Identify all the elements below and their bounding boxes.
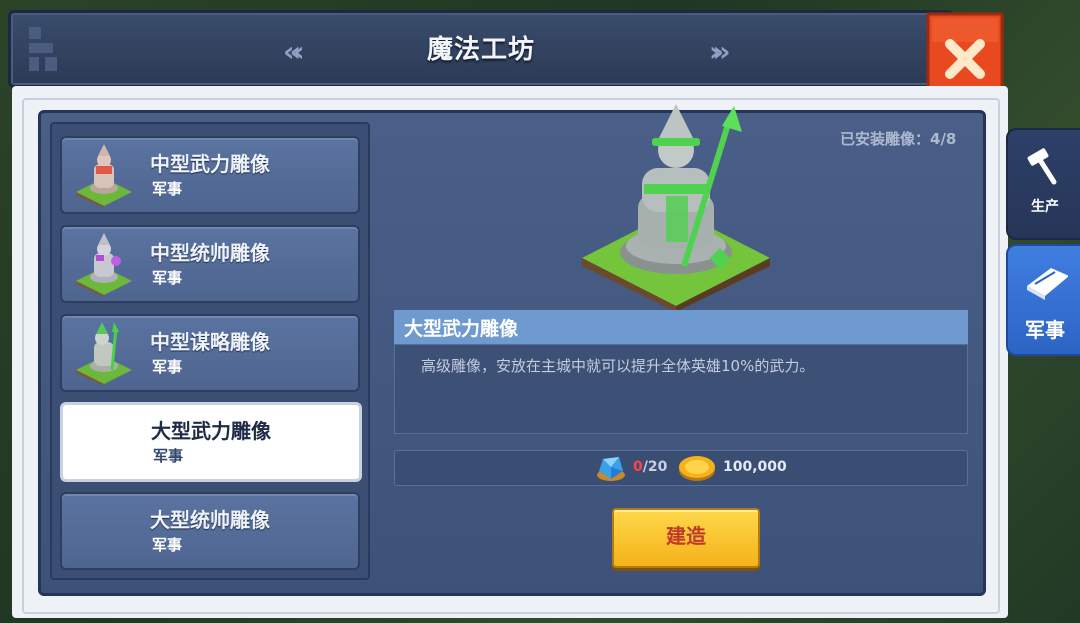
- list-item-name: 中型武力雕像: [150, 152, 270, 176]
- book-icon: [1027, 268, 1068, 300]
- list-item-medium-force-statue[interactable]: 中型武力雕像 军事: [60, 136, 360, 214]
- list-item-category: 军事: [153, 447, 184, 465]
- list-item-name: 大型统帅雕像: [150, 508, 270, 532]
- medium-strategy-statue-icon: [76, 322, 132, 386]
- medium-command-statue-icon: [76, 233, 132, 297]
- list-item-category: 军事: [152, 536, 183, 554]
- detail-description: 高级雕像，安放在主城中就可以提升全体英雄10%的武力。: [421, 357, 815, 375]
- build-button[interactable]: 建造: [612, 508, 760, 568]
- cost-bar: 0/20 100,000: [394, 450, 968, 486]
- list-item-medium-strategy-statue[interactable]: 中型谋略雕像 军事: [60, 314, 360, 392]
- list-item-large-command-statue[interactable]: 大型统帅雕像 军事: [60, 492, 360, 570]
- list-item-name: 中型统帅雕像: [150, 241, 270, 265]
- detail-title: 大型武力雕像: [394, 310, 968, 344]
- medium-force-statue-icon: [76, 144, 132, 208]
- gold-coin-icon: [679, 456, 715, 481]
- gold-cost: 100,000: [723, 459, 787, 475]
- tab-production-label: 生产: [1031, 199, 1059, 215]
- list-item-name: 中型谋略雕像: [150, 330, 270, 354]
- magic-gem-icon: [597, 457, 625, 481]
- window-title: 魔法工坊: [426, 35, 535, 65]
- list-item-name: 大型武力雕像: [151, 419, 271, 443]
- list-item-category: 军事: [152, 269, 183, 287]
- gem-required: /20: [642, 459, 668, 475]
- gem-cost: 0/20: [633, 459, 667, 475]
- list-item-category: 军事: [152, 180, 183, 198]
- detail-description-box: 高级雕像，安放在主城中就可以提升全体英雄10%的武力。: [394, 344, 968, 434]
- installed-statue-count: 已安装雕像：4/8: [840, 130, 957, 148]
- statue-preview-image: [582, 104, 770, 312]
- title-bar: «‹ 魔法工坊 ›»: [8, 10, 954, 88]
- tab-military[interactable]: 军事: [1006, 244, 1080, 356]
- list-item-category: 军事: [152, 358, 183, 376]
- list-item-medium-command-statue[interactable]: 中型统帅雕像 军事: [60, 225, 360, 303]
- hammer-icon: [1027, 148, 1057, 185]
- gem-current: 0: [633, 459, 643, 475]
- list-item-large-force-statue[interactable]: 大型武力雕像 军事: [60, 402, 362, 482]
- next-page-arrow-icon[interactable]: ›»: [709, 35, 730, 68]
- tab-production[interactable]: 生产: [1006, 128, 1080, 240]
- tab-military-label: 军事: [1025, 318, 1065, 342]
